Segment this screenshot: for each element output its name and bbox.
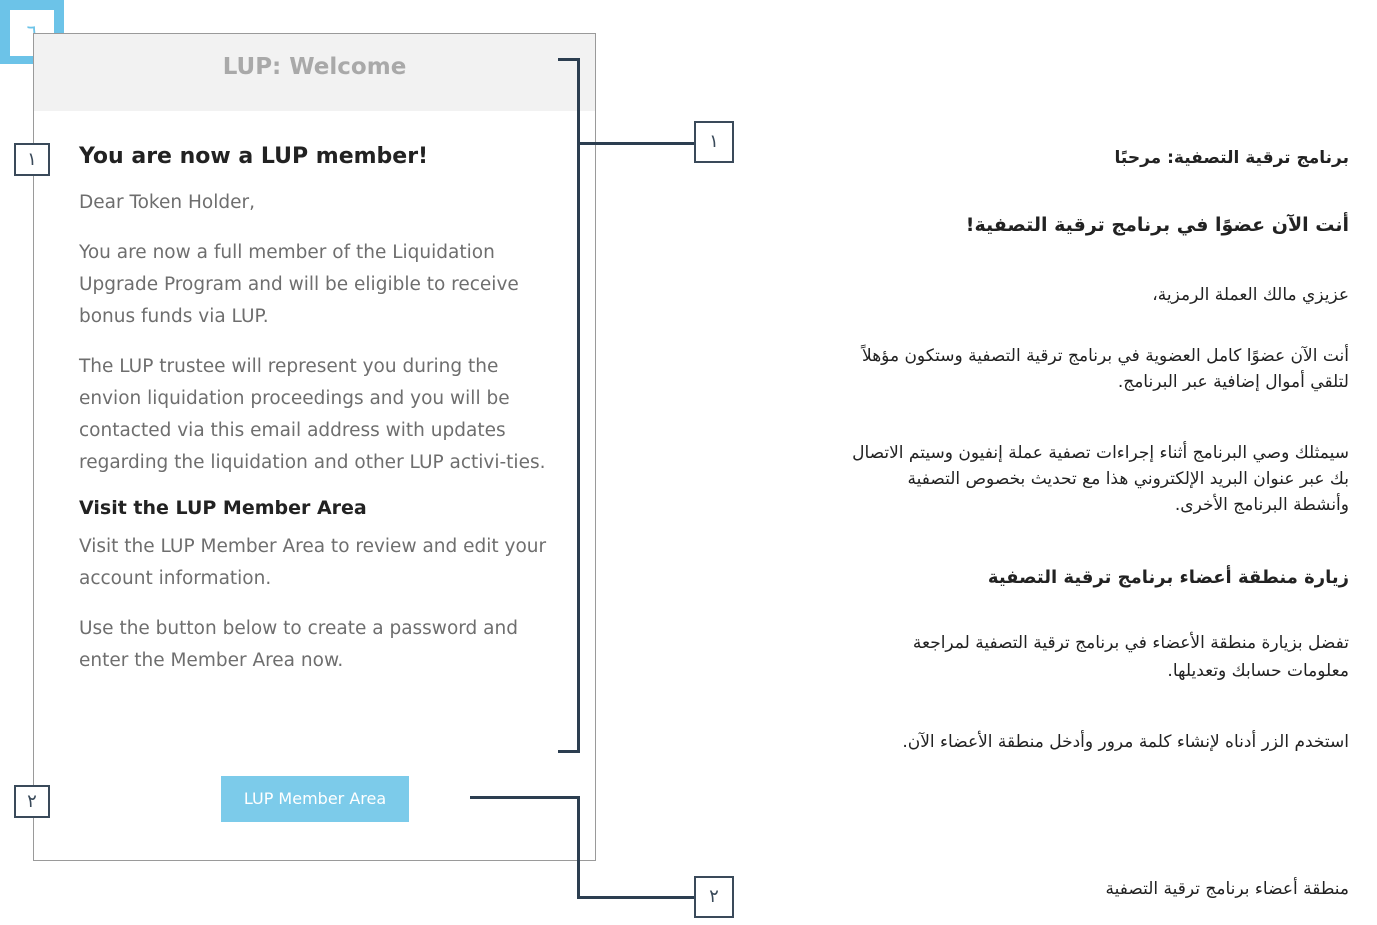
email-paragraph-4: Use the button below to create a passwor… <box>79 618 518 671</box>
callout-1-right-box: ١ <box>694 121 734 163</box>
arabic-paragraph-3-line-1: تفضل بزيارة منطقة الأعضاء في برنامج ترقي… <box>912 633 1349 653</box>
callout-1-connector <box>577 142 695 145</box>
arabic-paragraph-1-line-2: لتلقي أموال إضافية عبر البرنامج. <box>1117 372 1349 392</box>
email-subheading: Visit the LUP Member Area <box>79 497 367 519</box>
bracket-bottom-line <box>558 750 580 753</box>
email-paragraph-1: You are now a full member of the Liquida… <box>79 242 519 327</box>
callout-1-left-box: ١ <box>14 143 50 176</box>
lup-member-area-button[interactable]: LUP Member Area <box>221 776 409 822</box>
callout-2-connector-vertical <box>577 796 580 899</box>
arabic-paragraph-2-line-1: سيمثلك وصي البرنامج أثناء إجراءات تصفية … <box>852 443 1349 463</box>
arabic-title: برنامج ترقية التصفية: مرحبًا <box>1114 148 1349 168</box>
callout-2-connector-horizontal <box>470 796 580 799</box>
arabic-subheading: زيارة منطقة أعضاء برنامج ترقية التصفية <box>987 567 1349 588</box>
bracket-vertical-line <box>577 58 580 753</box>
arabic-paragraph-3-line-2: معلومات حسابك وتعديلها. <box>1167 661 1349 681</box>
arabic-paragraph-4: استخدم الزر أدناه لإنشاء كلمة مرور وأدخل… <box>902 732 1349 752</box>
email-heading: You are now a LUP member! <box>79 144 429 169</box>
arabic-greeting: عزيزي مالك العملة الرمزية، <box>1152 285 1349 305</box>
arabic-paragraph-1-line-1: أنت الآن عضوًا كامل العضوية في برنامج تر… <box>862 346 1349 366</box>
email-title: LUP: Welcome <box>222 54 407 80</box>
callout-2-left-box: ٢ <box>14 785 50 818</box>
arabic-button-caption: منطقة أعضاء برنامج ترقية التصفية <box>1105 879 1350 899</box>
email-body: You are now a LUP member! Dear Token Hol… <box>79 144 559 695</box>
arabic-paragraph-2-line-2: بك عبر عنوان البريد الإلكتروني هذا مع تح… <box>907 469 1349 489</box>
email-header: LUP: Welcome <box>34 34 595 111</box>
callout-2-right-box: ٢ <box>694 876 734 918</box>
email-preview: LUP: Welcome You are now a LUP member! D… <box>33 33 596 861</box>
arabic-heading: أنت الآن عضوًا في برنامج ترقية التصفية! <box>965 214 1349 236</box>
email-greeting: Dear Token Holder, <box>79 192 255 213</box>
email-paragraph-3: Visit the LUP Member Area to review and … <box>79 536 547 589</box>
callout-2-connector-bottom <box>577 896 695 899</box>
arabic-paragraph-2-line-3: وأنشطة البرنامج الأخرى. <box>1174 495 1349 515</box>
email-paragraph-2: The LUP trustee will represent you durin… <box>79 356 546 473</box>
